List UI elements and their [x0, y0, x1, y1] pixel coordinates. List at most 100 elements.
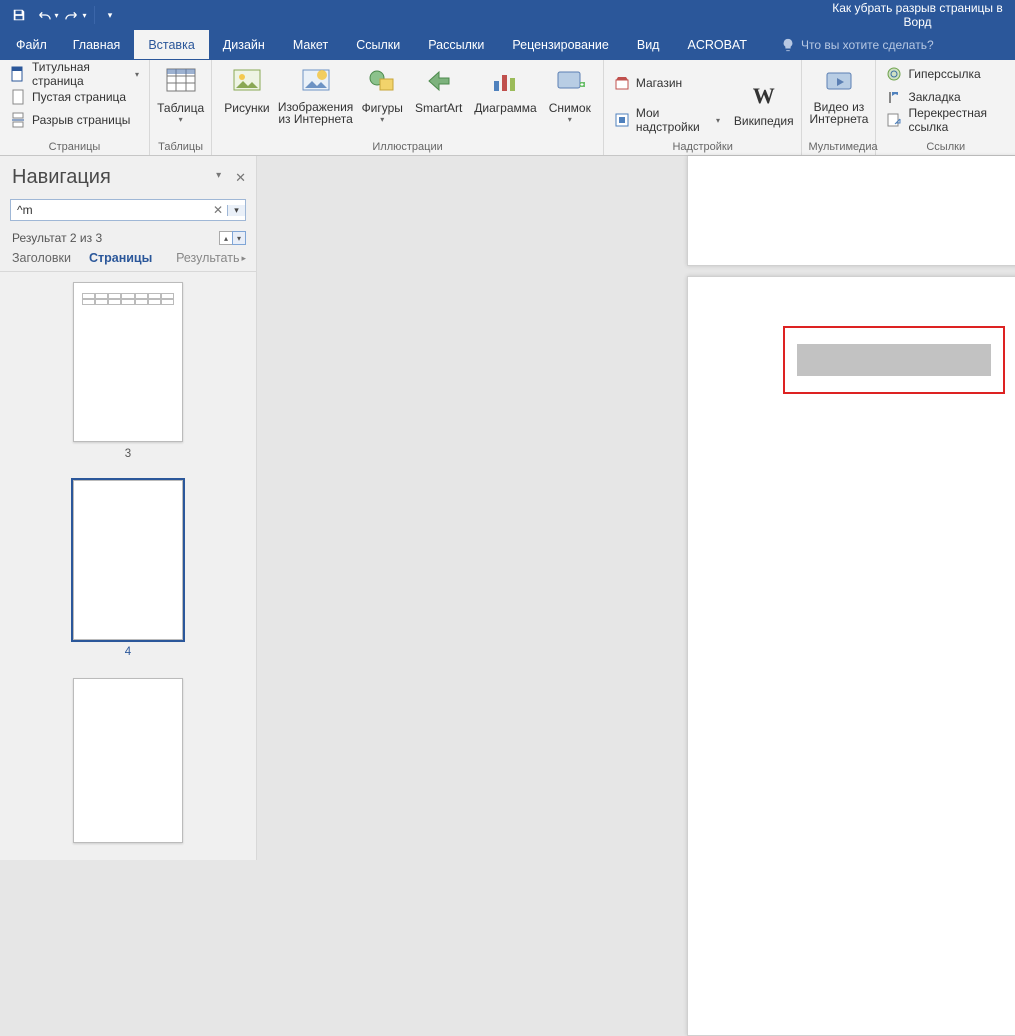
pictures-label: Рисунки: [224, 101, 269, 115]
addins-icon: [614, 112, 630, 128]
group-links-label: Ссылки: [882, 140, 1009, 155]
video-icon: [823, 67, 855, 99]
qat-separator: [94, 6, 95, 24]
save-button[interactable]: [6, 3, 32, 27]
tab-home[interactable]: Главная: [59, 30, 135, 59]
thumbnail-number: 4: [125, 646, 131, 658]
bookmark-icon: [886, 89, 902, 105]
navtab-results[interactable]: Результать ▸: [176, 251, 246, 265]
thumbnail-table-preview: [82, 293, 174, 305]
crossref-button[interactable]: Перекрестная ссылка: [882, 109, 1009, 131]
page-thumbnail[interactable]: [73, 282, 183, 442]
shapes-label: Фигуры: [362, 101, 403, 115]
tab-view[interactable]: Вид: [623, 30, 674, 59]
store-icon: [614, 75, 630, 91]
blank-page-button[interactable]: Пустая страница: [6, 86, 130, 108]
tab-mailings[interactable]: Рассылки: [414, 30, 498, 59]
cover-page-icon: [10, 66, 26, 82]
store-label: Магазин: [636, 76, 682, 90]
chart-label: Диаграмма: [474, 101, 536, 115]
shapes-button[interactable]: Фигуры ▾: [356, 63, 409, 123]
crossref-icon: [886, 112, 902, 128]
navtab-headings[interactable]: Заголовки: [12, 251, 71, 265]
table-label: Таблица: [157, 101, 204, 115]
screenshot-button[interactable]: Снимок ▾: [543, 63, 597, 123]
navpane-title: Навигация: [12, 166, 111, 189]
document-title: Как убрать разрыв страницы в Ворд: [0, 1, 1015, 29]
cover-page-button[interactable]: Титульная страница ▾: [6, 63, 143, 85]
undo-button[interactable]: ▾: [34, 3, 60, 27]
pictures-icon: [231, 67, 263, 99]
document-page[interactable]: [687, 156, 1015, 266]
cover-page-label: Титульная страница: [32, 60, 127, 88]
ribbon-insert: Титульная страница ▾ Пустая страница Раз…: [0, 60, 1015, 156]
hyperlink-button[interactable]: Гиперссылка: [882, 63, 984, 85]
redo-button[interactable]: ▾: [62, 3, 88, 27]
tab-review[interactable]: Рецензирование: [498, 30, 623, 59]
group-pages-label: Страницы: [6, 140, 143, 155]
tab-acrobat[interactable]: ACROBAT: [673, 30, 761, 59]
pictures-button[interactable]: Рисунки: [218, 63, 275, 115]
online-pictures-label: Изображения из Интернета: [278, 101, 353, 125]
online-pictures-button[interactable]: Изображения из Интернета: [276, 63, 356, 125]
tab-references[interactable]: Ссылки: [342, 30, 414, 59]
dropdown-caret-icon: ▾: [716, 116, 720, 125]
page-break-icon: [10, 112, 26, 128]
navigation-pane: Навигация ▾ ✕ ✕ ▾ Результат 2 из 3 ▴ ▾ З…: [0, 156, 257, 860]
dropdown-caret-icon: ▾: [135, 70, 139, 79]
dropdown-caret-icon: ▾: [380, 117, 384, 123]
chevron-right-icon: ▸: [241, 253, 246, 264]
dropdown-caret-icon: ▾: [568, 117, 572, 123]
table-icon: [165, 67, 197, 99]
page-thumbnail[interactable]: [73, 480, 183, 640]
group-media-label: Мультимедиа: [808, 140, 869, 155]
document-area[interactable]: [257, 156, 1015, 860]
online-video-button[interactable]: Видео из Интернета: [808, 63, 869, 125]
online-video-label: Видео из Интернета: [810, 101, 869, 125]
tab-layout[interactable]: Макет: [279, 30, 342, 59]
navpane-search[interactable]: ✕ ▾: [10, 199, 246, 221]
smartart-button[interactable]: SmartArt: [409, 63, 468, 115]
selected-content-block[interactable]: [797, 344, 991, 376]
dropdown-caret-icon: ▾: [179, 117, 183, 123]
crossref-label: Перекрестная ссылка: [908, 106, 1005, 134]
hyperlink-icon: [886, 66, 902, 82]
page-thumbnail[interactable]: [73, 678, 183, 843]
search-options-button[interactable]: ▾: [227, 205, 245, 216]
my-addins-label: Мои надстройки: [636, 106, 708, 134]
chart-button[interactable]: Диаграмма: [468, 63, 542, 115]
undo-icon: [35, 8, 53, 22]
tellme-search[interactable]: Что вы хотите сделать?: [781, 30, 934, 59]
qat-customize[interactable]: ▾: [97, 3, 123, 27]
blank-page-label: Пустая страница: [32, 90, 126, 104]
result-next-button[interactable]: ▾: [232, 231, 246, 245]
smartart-label: SmartArt: [415, 101, 462, 115]
bookmark-button[interactable]: Закладка: [882, 86, 964, 108]
tab-file[interactable]: Файл: [4, 30, 59, 59]
navpane-menu-caret[interactable]: ▾: [216, 170, 221, 186]
search-clear-button[interactable]: ✕: [209, 203, 227, 217]
screenshot-label: Снимок: [549, 101, 591, 115]
tab-design[interactable]: Дизайн: [209, 30, 279, 59]
online-pictures-icon: [300, 67, 332, 99]
result-prev-button[interactable]: ▴: [219, 231, 233, 245]
navtab-pages[interactable]: Страницы: [89, 251, 152, 265]
thumbnail-number: 3: [125, 448, 131, 460]
group-tables-label: Таблицы: [156, 140, 205, 155]
store-button[interactable]: Магазин: [610, 72, 686, 94]
group-illustrations-label: Иллюстрации: [218, 140, 597, 155]
table-button[interactable]: Таблица ▾: [156, 63, 205, 123]
navpane-result-count: Результат 2 из 3: [12, 231, 102, 245]
chart-icon: [489, 67, 521, 99]
navpane-search-input[interactable]: [11, 203, 209, 217]
navpane-close-button[interactable]: ✕: [235, 170, 246, 186]
bookmark-label: Закладка: [908, 90, 960, 104]
page-break-button[interactable]: Разрыв страницы: [6, 109, 134, 131]
tellme-placeholder: Что вы хотите сделать?: [801, 38, 934, 52]
group-addins-label: Надстройки: [610, 140, 796, 155]
navtab-results-label: Результать: [176, 251, 239, 265]
wikipedia-button[interactable]: W Википедия: [732, 76, 795, 128]
my-addins-button[interactable]: Мои надстройки ▾: [610, 109, 724, 131]
tab-insert[interactable]: Вставка: [134, 30, 208, 59]
screenshot-icon: [554, 67, 586, 99]
